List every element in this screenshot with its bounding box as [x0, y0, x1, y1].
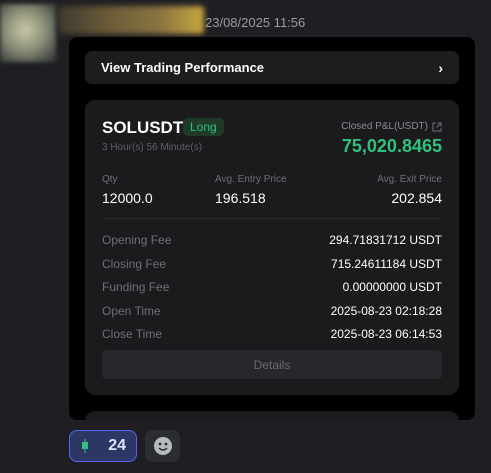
- open-time-value: 2025-08-23 02:18:28: [330, 304, 442, 318]
- qty-value: 12000.0: [102, 190, 153, 206]
- close-time-row: Close Time 2025-08-23 06:14:53: [102, 327, 442, 341]
- embed-card: View Trading Performance › SOLUSDT Long …: [69, 37, 475, 420]
- trade-symbol: SOLUSDT: [102, 118, 184, 137]
- reaction-button[interactable]: 24: [69, 430, 137, 462]
- opening-fee-value: 294.71831712 USDT: [329, 233, 442, 247]
- username[interactable]: [58, 6, 204, 34]
- closing-fee-value: 715.24611184 USDT: [331, 257, 442, 271]
- green-candle-icon: [82, 439, 88, 453]
- open-time-row: Open Time 2025-08-23 02:18:28: [102, 304, 442, 318]
- reaction-count: 24: [108, 437, 126, 454]
- exit-price-stat: Avg. Exit Price 202.854: [377, 174, 442, 206]
- qty-stat: Qty 12000.0: [102, 174, 153, 206]
- add-reaction-button[interactable]: [145, 430, 180, 462]
- details-button[interactable]: Details: [102, 350, 442, 379]
- message-timestamp: 23/08/2025 11:56: [205, 15, 306, 30]
- closed-pnl-label-group: Closed P&L(USDT): [341, 121, 442, 132]
- funding-fee-row: Funding Fee 0.00000000 USDT: [102, 280, 442, 294]
- close-time-label: Close Time: [102, 327, 163, 341]
- funding-fee-label: Funding Fee: [102, 280, 170, 294]
- closing-fee-label: Closing Fee: [102, 257, 167, 271]
- exit-price-value: 202.854: [391, 190, 442, 206]
- trade-summary-card: SOLUSDT Long 3 Hour(s) 56 Minute(s) Clos…: [85, 100, 459, 395]
- avatar[interactable]: [0, 4, 56, 62]
- opening-fee-row: Opening Fee 294.71831712 USDT: [102, 233, 442, 247]
- opening-fee-label: Opening Fee: [102, 233, 172, 247]
- closing-fee-row: Closing Fee 715.24611184 USDT: [102, 257, 442, 271]
- qty-label: Qty: [102, 174, 118, 185]
- position-side-badge: Long: [183, 118, 224, 136]
- entry-price-value: 196.518: [215, 190, 266, 206]
- entry-price-stat: Avg. Entry Price 196.518: [215, 174, 287, 206]
- closed-pnl-value: 75,020.8465: [341, 136, 442, 156]
- view-trading-performance-label: View Trading Performance: [101, 60, 265, 75]
- funding-fee-value: 0.00000000 USDT: [342, 280, 442, 294]
- smiley-face-icon: [153, 437, 172, 455]
- divider: [102, 218, 442, 219]
- external-link-icon[interactable]: [432, 122, 442, 132]
- close-time-value: 2025-08-23 06:14:53: [330, 327, 442, 341]
- trade-duration: 3 Hour(s) 56 Minute(s): [102, 142, 203, 153]
- closed-pnl-label: Closed P&L(USDT): [341, 121, 428, 132]
- exit-price-label: Avg. Exit Price: [377, 174, 442, 185]
- entry-price-label: Avg. Entry Price: [215, 174, 287, 185]
- chevron-right-icon: ›: [438, 59, 443, 76]
- view-trading-performance-button[interactable]: View Trading Performance ›: [85, 51, 459, 84]
- open-time-label: Open Time: [102, 304, 161, 318]
- next-card-edge: [85, 411, 459, 420]
